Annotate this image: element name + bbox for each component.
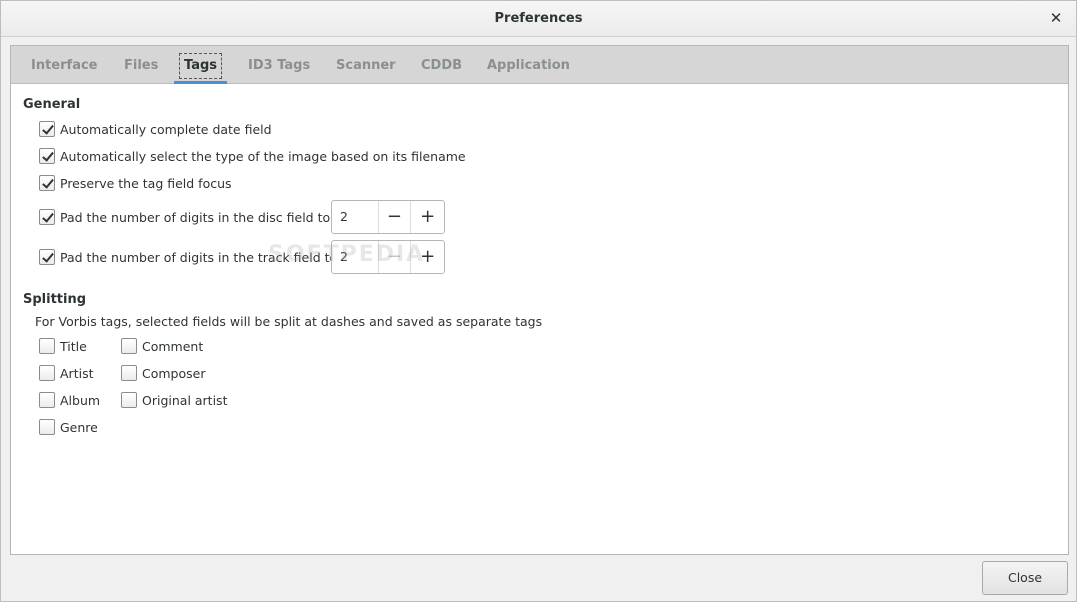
watermark: SOFTPEDIA (268, 242, 426, 267)
tab-interface[interactable]: Interface (25, 51, 104, 81)
close-button[interactable]: Close (982, 561, 1068, 595)
split-artist-checkbox[interactable] (39, 365, 55, 381)
focus-ring (179, 53, 223, 79)
disc-pad-value[interactable]: 2 (332, 201, 379, 233)
split-album-option[interactable]: Album (39, 390, 100, 410)
track-pad-checkbox[interactable] (39, 249, 55, 265)
auto-complete-date-checkbox[interactable] (39, 121, 55, 137)
general-heading: General (23, 97, 81, 112)
window-title: Preferences (494, 11, 583, 26)
close-icon[interactable]: ✕ (1048, 9, 1064, 27)
active-tab-indicator (174, 81, 228, 84)
disc-pad-label: Pad the number of digits in the disc fie… (60, 209, 335, 225)
split-artist-label: Artist (60, 365, 94, 381)
split-artist-option[interactable]: Artist (39, 363, 93, 383)
split-composer-option[interactable]: Composer (121, 363, 205, 383)
split-comment-checkbox[interactable] (121, 338, 137, 354)
split-original-artist-option[interactable]: Original artist (121, 390, 227, 410)
disc-pad-option[interactable]: Pad the number of digits in the disc fie… (39, 207, 334, 227)
auto-complete-date-label: Automatically complete date field (60, 121, 272, 137)
tab-id3-tags[interactable]: ID3 Tags (242, 51, 316, 81)
preferences-window: Preferences ✕ Interface Files Tags ID3 T… (0, 0, 1077, 602)
split-album-checkbox[interactable] (39, 392, 55, 408)
disc-pad-spinner[interactable]: 2 − + (331, 200, 445, 234)
split-album-label: Album (60, 392, 101, 408)
preserve-focus-option[interactable]: Preserve the tag field focus (39, 173, 232, 193)
tab-scanner[interactable]: Scanner (330, 51, 402, 81)
auto-image-type-checkbox[interactable] (39, 148, 55, 164)
split-original-artist-checkbox[interactable] (121, 392, 137, 408)
disc-pad-checkbox[interactable] (39, 209, 55, 225)
split-original-artist-label: Original artist (142, 392, 228, 408)
splitting-heading: Splitting (23, 292, 87, 307)
split-genre-checkbox[interactable] (39, 419, 55, 435)
split-title-label: Title (60, 338, 87, 354)
split-composer-label: Composer (142, 365, 206, 381)
tab-files[interactable]: Files (118, 51, 164, 81)
split-comment-option[interactable]: Comment (121, 336, 203, 356)
titlebar: Preferences ✕ (1, 1, 1076, 37)
preserve-focus-checkbox[interactable] (39, 175, 55, 191)
split-title-checkbox[interactable] (39, 338, 55, 354)
split-genre-option[interactable]: Genre (39, 417, 98, 437)
auto-image-type-option[interactable]: Automatically select the type of the ima… (39, 146, 466, 166)
preserve-focus-label: Preserve the tag field focus (60, 175, 232, 191)
auto-complete-date-option[interactable]: Automatically complete date field (39, 119, 272, 139)
split-composer-checkbox[interactable] (121, 365, 137, 381)
notebook: Interface Files Tags ID3 Tags Scanner CD… (10, 45, 1069, 555)
split-title-option[interactable]: Title (39, 336, 87, 356)
tab-application[interactable]: Application (481, 51, 576, 81)
tab-cddb[interactable]: CDDB (415, 51, 468, 81)
splitting-description: For Vorbis tags, selected fields will be… (35, 314, 543, 329)
auto-image-type-label: Automatically select the type of the ima… (60, 148, 466, 164)
tab-bar: Interface Files Tags ID3 Tags Scanner CD… (11, 46, 1068, 84)
tab-tags[interactable]: Tags (174, 51, 228, 84)
split-genre-label: Genre (60, 419, 98, 435)
plus-icon[interactable]: + (411, 201, 444, 233)
split-comment-label: Comment (142, 338, 204, 354)
minus-icon[interactable]: − (379, 201, 412, 233)
